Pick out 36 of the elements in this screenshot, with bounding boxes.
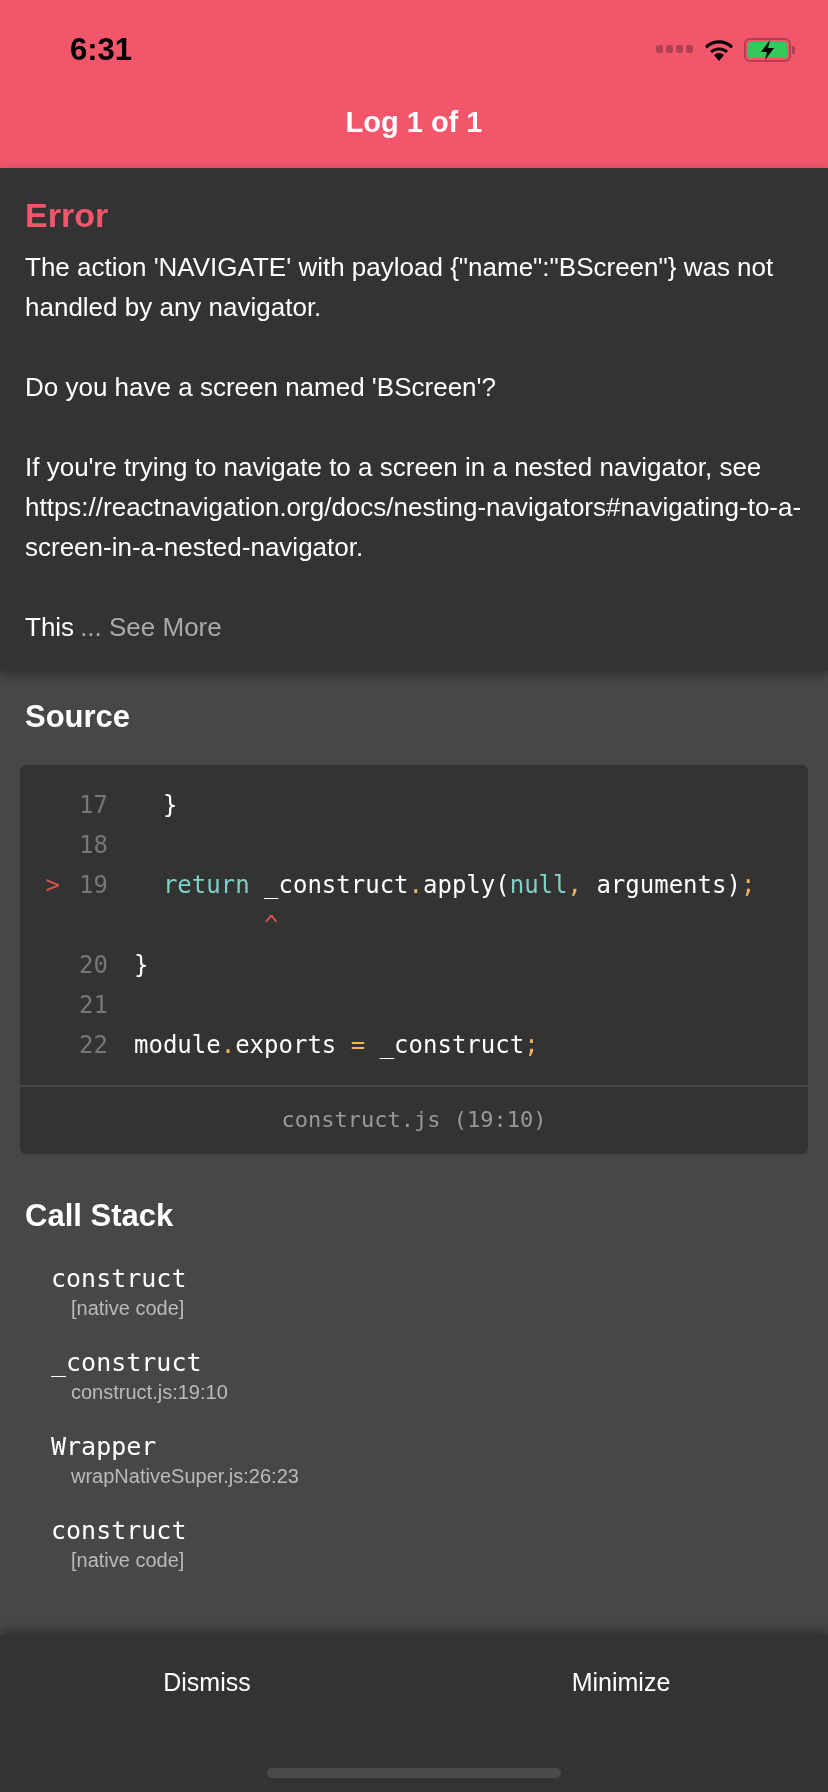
code-line: }: [134, 951, 149, 979]
stack-frame-location: [native code]: [71, 1297, 185, 1320]
signal-icon: [656, 45, 694, 55]
source-location: construct.js (19:10): [281, 1107, 547, 1132]
code-line: return _construct.apply(null, arguments);: [161, 871, 756, 899]
status-time: 6:31: [70, 32, 133, 68]
error-title: Error: [25, 196, 110, 235]
stack-frame-location: [native code]: [71, 1549, 185, 1572]
line-number: 21: [78, 991, 108, 1019]
error-marker: >: [45, 871, 60, 899]
code-line: }: [161, 791, 178, 819]
section-title: Call Stack: [25, 1198, 175, 1234]
wifi-icon: [704, 39, 734, 61]
error-caret: ^: [263, 911, 279, 939]
stack-frame-name[interactable]: Wrapper: [51, 1432, 157, 1461]
error-message: If you're trying to navigate to a screen in a nested navigator, see https://reactnavigation.org/docs/nesting-navigators#navigating-to-a-screen-in-a-nested-navigator.: [25, 451, 803, 564]
stack-frame-name[interactable]: _construct: [51, 1348, 202, 1377]
minimize-button[interactable]: Minimize: [414, 1635, 828, 1729]
stack-frame-location: wrapNativeSuper.js:26:23: [71, 1465, 299, 1488]
dismiss-button[interactable]: Dismiss: [0, 1635, 414, 1729]
line-number: 17: [78, 791, 108, 819]
see-more-link[interactable]: ... See More: [80, 607, 222, 647]
battery-charging-icon: [744, 38, 796, 62]
error-message: Do you have a screen named 'BScreen'?: [25, 371, 497, 404]
line-number: 18: [78, 831, 108, 859]
error-message: The action 'NAVIGATE' with payload {"name":"BScreen"} was not handled by any navigator.: [25, 251, 775, 324]
stack-frame-name[interactable]: construct: [51, 1264, 187, 1293]
line-number: 20: [78, 951, 108, 979]
stack-frame-name[interactable]: construct: [51, 1516, 187, 1545]
code-line: module.exports = _construct;: [134, 1031, 539, 1059]
section-title: Source: [25, 699, 132, 735]
stack-frame-location: construct.js:19:10: [71, 1381, 228, 1404]
line-number: 19: [78, 871, 108, 899]
error-message: This: [25, 611, 75, 644]
line-number: 22: [78, 1031, 108, 1059]
header-title: Log 1 of 1: [344, 106, 484, 139]
